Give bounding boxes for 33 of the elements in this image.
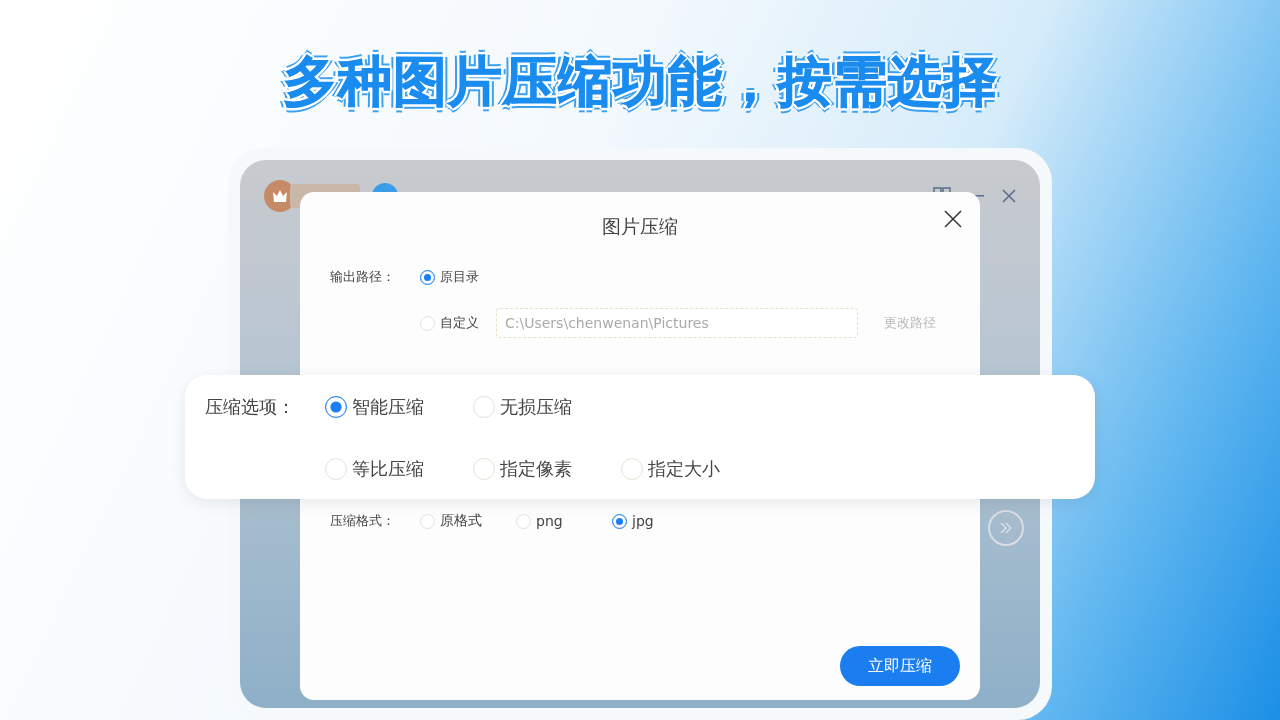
radio-label: 自定义 bbox=[440, 314, 479, 332]
radio-button[interactable] bbox=[325, 396, 347, 418]
expand-button[interactable] bbox=[988, 510, 1024, 546]
radio-label: 指定大小 bbox=[648, 457, 720, 481]
field-label: 压缩选项： bbox=[205, 395, 296, 419]
close-icon[interactable] bbox=[1002, 189, 1016, 203]
radio-label: 原格式 bbox=[440, 512, 482, 530]
radio-option[interactable]: 智能压缩 bbox=[325, 395, 447, 419]
double-chevron-icon bbox=[999, 522, 1013, 534]
field-label: 压缩格式： bbox=[330, 512, 396, 530]
radio-button[interactable] bbox=[612, 513, 627, 529]
radio-option[interactable]: 自定义 bbox=[420, 314, 480, 332]
dialog-title: 图片压缩 bbox=[602, 214, 678, 238]
compress-now-button[interactable]: 立即压缩 bbox=[840, 646, 960, 686]
radio-option[interactable]: 原格式 bbox=[420, 512, 510, 530]
close-button[interactable] bbox=[942, 208, 964, 230]
radio-button[interactable] bbox=[420, 269, 435, 285]
radio-label: 原目录 bbox=[440, 268, 479, 286]
radio-label: 指定像素 bbox=[500, 457, 572, 481]
radio-option[interactable]: 指定大小 bbox=[621, 457, 743, 481]
radio-option[interactable]: 等比压缩 bbox=[325, 457, 447, 481]
radio-option[interactable]: png bbox=[516, 513, 606, 529]
radio-option[interactable]: 指定像素 bbox=[473, 457, 595, 481]
radio-label: 智能压缩 bbox=[352, 395, 424, 419]
radio-label: jpg bbox=[632, 513, 654, 529]
headline: 多种图片压缩功能，按需选择 bbox=[282, 49, 998, 115]
radio-option[interactable]: 原目录 bbox=[420, 268, 480, 286]
field-label: 输出路径： bbox=[330, 268, 396, 286]
radio-option[interactable]: jpg bbox=[612, 513, 702, 529]
radio-label: png bbox=[536, 513, 563, 529]
radio-label: 无损压缩 bbox=[500, 395, 572, 419]
radio-label: 等比压缩 bbox=[352, 457, 424, 481]
radio-option[interactable]: 无损压缩 bbox=[473, 395, 595, 419]
